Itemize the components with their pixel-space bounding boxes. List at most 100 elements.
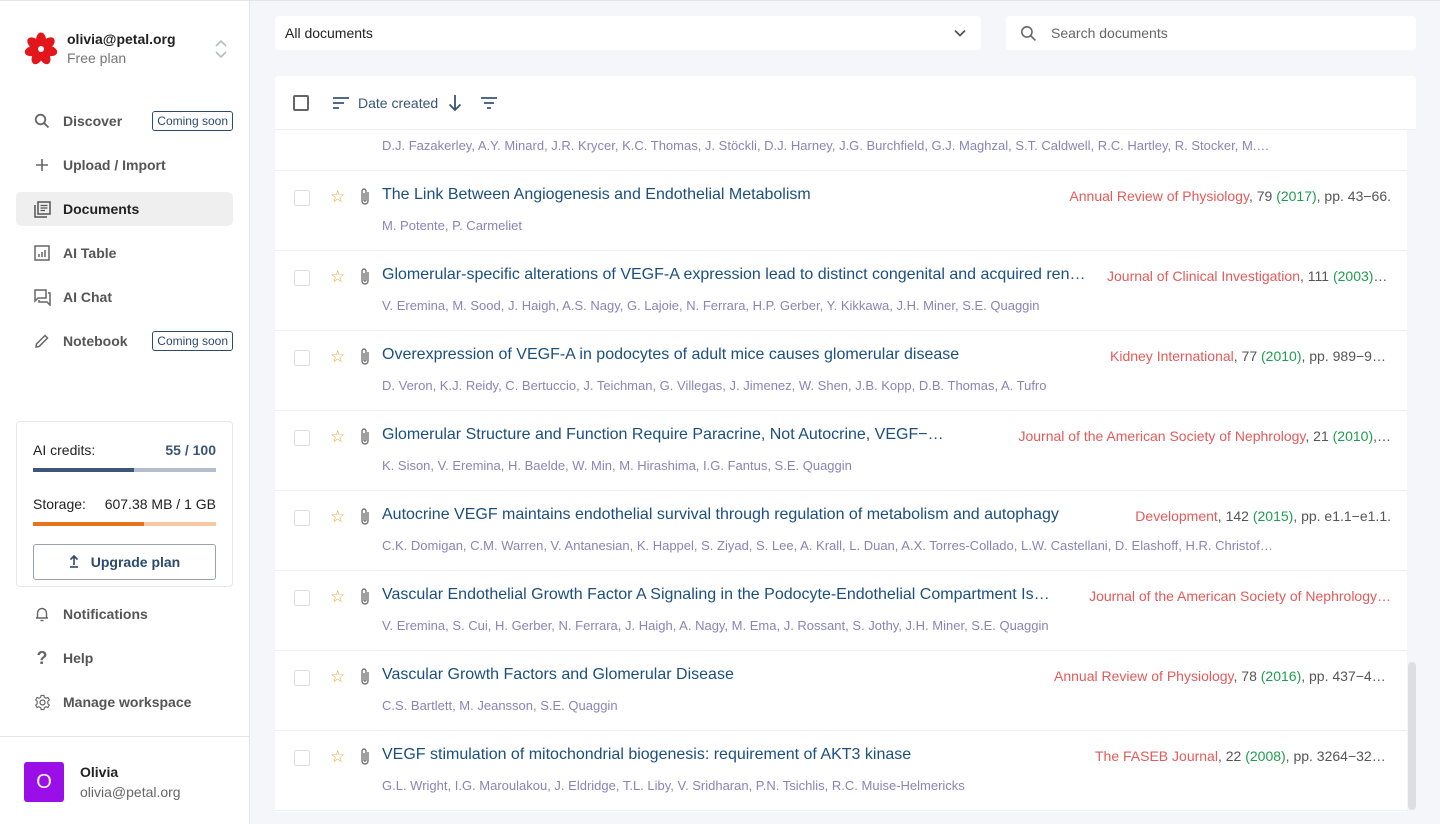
document-authors: M. Potente, P. Carmeliet [382,218,522,233]
workspace-switcher[interactable]: olivia@petal.org Free plan [24,29,229,69]
row-checkbox[interactable] [294,270,310,286]
document-title[interactable]: Vascular Endothelial Growth Factor A Sig… [382,586,1050,604]
document-title[interactable]: Glomerular Structure and Function Requir… [382,426,944,444]
paperclip-icon[interactable] [359,747,371,767]
star-icon[interactable]: ☆ [330,267,345,287]
document-title[interactable]: The Link Between Angiogenesis and Endoth… [382,186,811,204]
nav-item-notifications[interactable]: Notifications [16,597,233,631]
document-citation: Annual Review of Physiology, 78 (2016), … [1054,668,1391,684]
storage-progress-bar [33,522,216,526]
row-checkbox[interactable] [294,190,310,206]
document-title[interactable]: VEGF stimulation of mitochondrial biogen… [382,746,911,764]
document-title[interactable]: Vascular Growth Factors and Glomerular D… [382,666,734,684]
filter-icon[interactable] [480,96,498,110]
nav-item-ai-chat[interactable]: AI Chat [16,280,233,314]
star-icon[interactable]: ☆ [330,587,345,607]
citation-pages: , pp. 3264−3275. [1285,748,1391,764]
citation-pages: ,… [1373,428,1391,444]
list-scrollbar[interactable] [1408,662,1416,810]
paperclip-icon[interactable] [359,587,371,607]
sort-icon[interactable] [332,96,350,110]
usage-panel: AI credits: 55 / 100 Storage: 607.38 MB … [16,421,233,587]
citation-volume: , 22 [1217,748,1246,764]
credits-progress-bar [33,468,216,472]
secondary-nav: Notifications ? Help Manage workspace [16,597,233,729]
gear-icon [33,693,51,711]
user-profile[interactable]: O Olivia olivia@petal.org [0,736,250,824]
document-row[interactable]: ☆ Overexpression of VEGF-A in podocytes o… [275,331,1407,411]
star-icon[interactable]: ☆ [330,747,345,767]
citation-pages: , pp. 437−461. [1301,668,1391,684]
list-toolbar: Date created [275,76,1416,130]
documents-icon [33,200,51,218]
document-citation: Journal of Clinical Investigation, 111 (… [1107,268,1391,284]
upgrade-plan-button[interactable]: Upgrade plan [33,544,216,580]
citation-year: (2003) [1332,268,1374,284]
paperclip-icon[interactable] [359,347,371,367]
citation-year: (2015) [1252,508,1294,524]
nav-item-upload-import[interactable]: Upload / Import [16,148,233,182]
citation-volume: , 77 [1233,348,1262,364]
star-icon[interactable]: ☆ [330,347,345,367]
citation-journal: Annual Review of Physiology [1054,668,1234,684]
row-checkbox[interactable] [294,350,310,366]
nav-label: Notifications [63,606,148,622]
document-authors: V. Eremina, M. Sood, J. Haigh, A.S. Nagy… [382,298,1040,313]
paperclip-icon[interactable] [359,507,371,527]
citation-year: (2010) [1332,428,1374,444]
nav-item-discover[interactable]: Discover Coming soon [16,104,233,138]
document-citation: Kidney International, 77 (2010), pp. 989… [1110,348,1391,364]
paperclip-icon[interactable] [359,667,371,687]
citation-year: (2017) [1276,188,1317,204]
document-row[interactable]: ☆ Vascular Endothelial Growth Factor A Si… [275,571,1407,651]
document-row[interactable]: ☆ Autocrine VEGF maintains endothelial su… [275,491,1407,571]
document-row[interactable]: D.J. Fazakerley, A.Y. Minard, J.R. Kryce… [275,130,1407,171]
document-title[interactable]: Autocrine VEGF maintains endothelial sur… [382,506,1059,524]
sidebar: olivia@petal.org Free plan Discover Comi… [0,0,250,824]
document-row[interactable]: ☆ Vascular Growth Factors and Glomerular … [275,651,1407,731]
nav-label: Upload / Import [63,157,166,173]
chat-icon [33,288,51,306]
avatar: O [24,762,64,802]
workspace-plan: Free plan [67,50,127,66]
paperclip-icon[interactable] [359,187,371,207]
nav-item-help[interactable]: ? Help [16,641,233,675]
plus-icon [33,156,51,174]
search-input[interactable] [1051,25,1416,41]
nav-item-manage-workspace[interactable]: Manage workspace [16,685,233,719]
paperclip-icon[interactable] [359,267,371,287]
star-icon[interactable]: ☆ [330,427,345,447]
document-row[interactable]: ☆ VEGF stimulation of mitochondrial bioge… [275,731,1407,811]
document-citation: The FASEB Journal, 22 (2008), pp. 3264−3… [1095,748,1391,764]
document-row[interactable]: ☆ Glomerular Structure and Function Requi… [275,411,1407,491]
document-row[interactable]: ☆ Glomerular-specific alterations of VEGF… [275,251,1407,331]
document-filter-select[interactable]: All documents [275,16,981,50]
coming-soon-badge: Coming soon [152,111,233,131]
select-all-checkbox[interactable] [293,94,309,111]
credits-label: AI credits: [33,442,96,458]
row-checkbox[interactable] [294,750,310,766]
credits-progress-fill [33,468,134,472]
star-icon[interactable]: ☆ [330,667,345,687]
document-title[interactable]: Glomerular-specific alterations of VEGF-… [382,266,1093,284]
chevron-down-icon [954,29,966,37]
row-checkbox[interactable] [294,430,310,446]
nav-label: Help [63,650,94,666]
citation-year: (2016) [1260,668,1302,684]
star-icon[interactable]: ☆ [330,187,345,207]
citation-pages: , pp. 989−999. [1301,348,1391,364]
arrow-down-icon[interactable] [448,94,462,112]
paperclip-icon[interactable] [359,427,371,447]
row-checkbox[interactable] [294,510,310,526]
star-icon[interactable]: ☆ [330,507,345,527]
row-checkbox[interactable] [294,590,310,606]
nav-item-documents[interactable]: Documents [16,192,233,226]
credits-progress-track [133,468,216,472]
document-row[interactable]: ☆ The Link Between Angiogenesis and Endot… [275,171,1407,251]
document-title[interactable]: Overexpression of VEGF-A in podocytes of… [382,346,959,364]
citation-volume: , 78 [1233,668,1261,684]
nav-item-ai-table[interactable]: AI Table [16,236,233,270]
nav-item-notebook[interactable]: Notebook Coming soon [16,324,233,358]
sort-field-button[interactable]: Date created [358,95,438,111]
row-checkbox[interactable] [294,670,310,686]
